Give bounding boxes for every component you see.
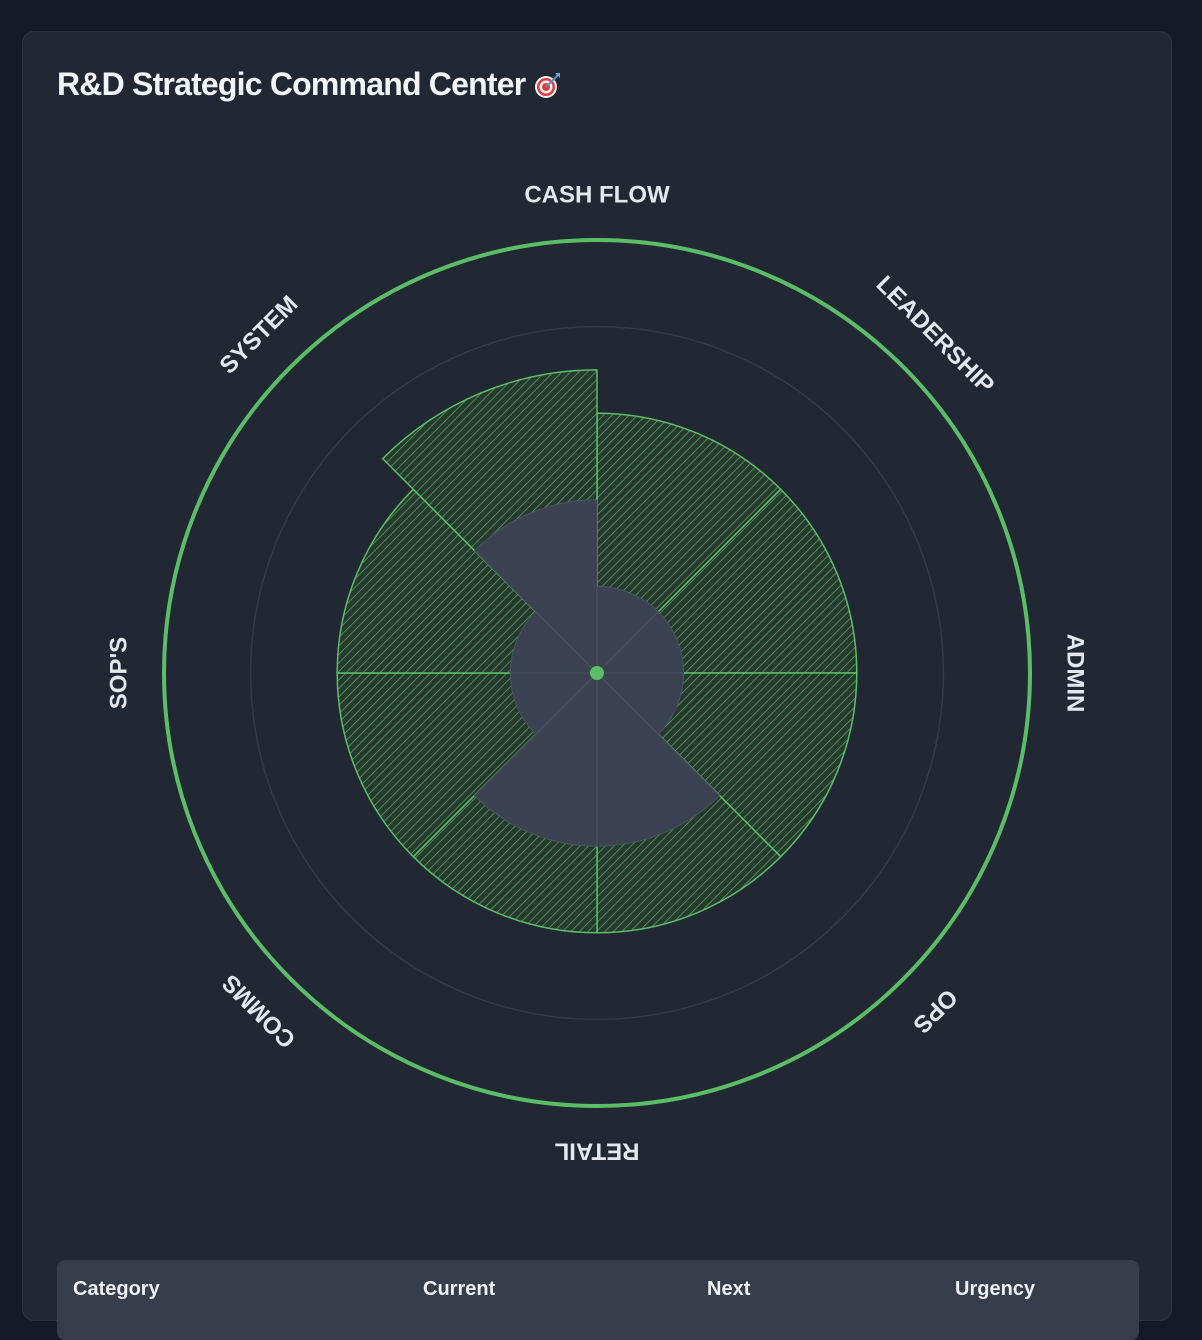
category-label: OPS <box>908 984 963 1039</box>
category-label: CASH FLOW <box>524 182 670 209</box>
center-dot <box>590 666 604 680</box>
category-label: ADMIN <box>1062 634 1089 713</box>
category-label: LEADERSHIP <box>871 271 999 399</box>
category-label: SOP'S <box>106 637 133 709</box>
category-label: COMMS <box>217 969 301 1053</box>
category-label: RETAIL <box>555 1138 640 1165</box>
polar-area-chart: CASH FLOW LEADERSHIP ADMIN OPS RETAIL COMMS SO… <box>106 182 1089 1165</box>
category-table: Category Current Next Urgency <box>57 1260 1139 1340</box>
